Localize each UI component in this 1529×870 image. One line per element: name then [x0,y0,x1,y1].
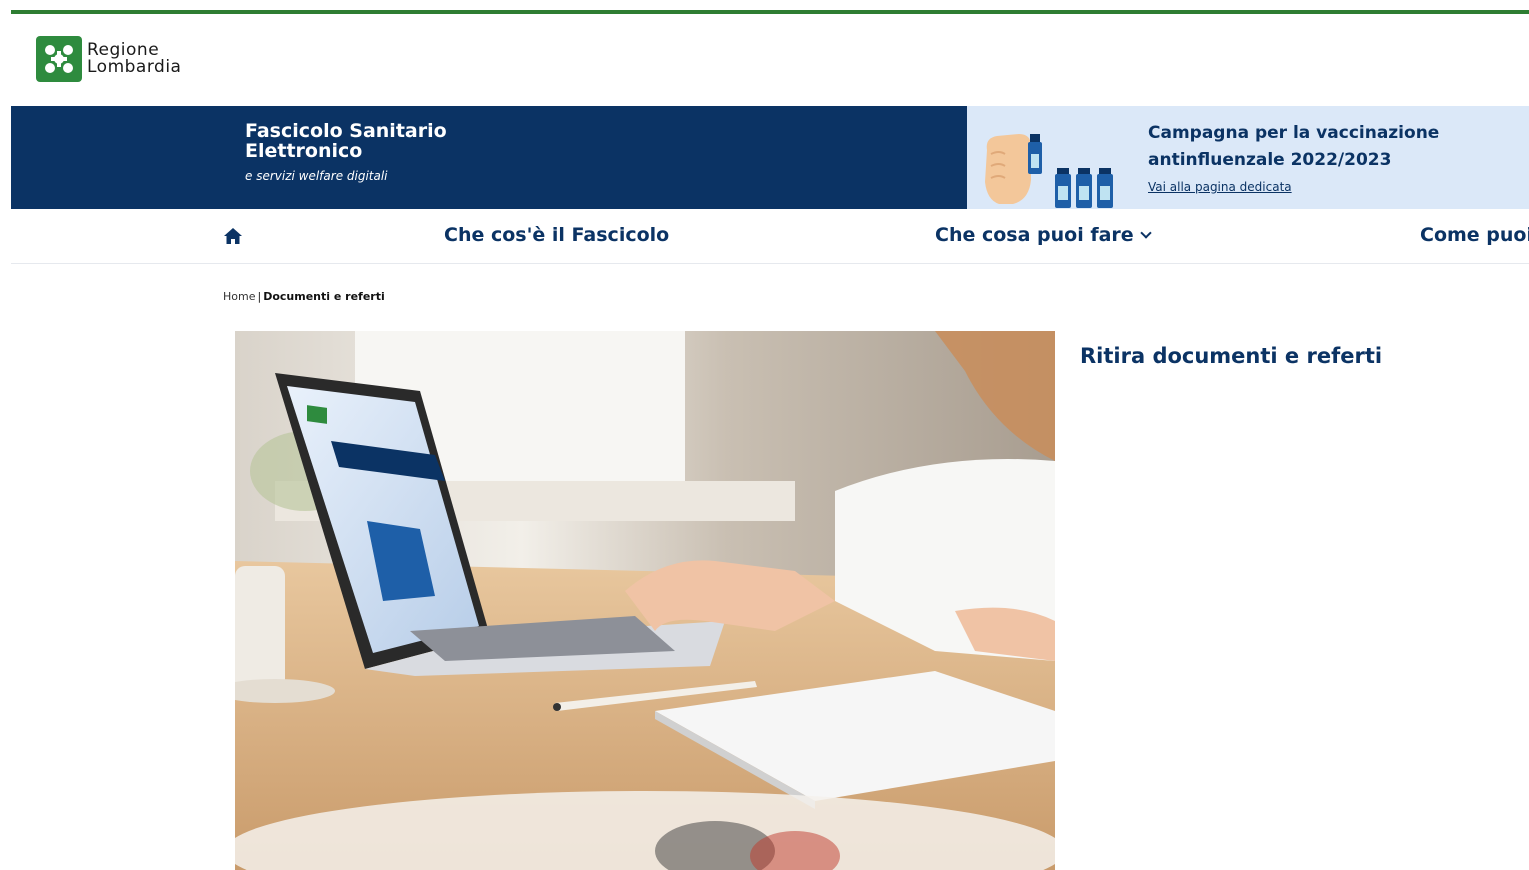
fse-title[interactable]: Fascicolo Sanitario Elettronico [245,121,545,161]
campaign-banner[interactable]: Campagna per la vaccinazione antinfluenz… [967,106,1529,209]
breadcrumb-home-link[interactable]: Home [223,290,255,303]
fse-subtitle: e servizi welfare digitali [245,169,388,183]
nav-item-label: Come puoi [1420,224,1529,246]
brand-name: Regione Lombardia [87,42,181,76]
brand-name-line2: Lombardia [87,57,182,77]
breadcrumb-current: Documenti e referti [263,290,385,303]
chevron-down-icon [1140,227,1152,239]
home-icon[interactable] [223,226,243,246]
nav-item-fascicolo[interactable]: Che cos'è il Fascicolo [444,224,669,246]
site-banner: Fascicolo Sanitario Elettronico e serviz… [11,106,1529,209]
campaign-link[interactable]: Vai alla pagina dedicata [1148,180,1292,194]
breadcrumb-separator: | [257,290,262,303]
nav-item-label: Che cosa puoi fare [935,224,1134,246]
fse-banner: Fascicolo Sanitario Elettronico e serviz… [11,106,967,209]
vaccine-illustration-icon [985,134,1113,208]
laptop-desk-photo [235,331,1055,870]
page-title: Ritira documenti e referti [1080,344,1383,369]
breadcrumb: Home | Documenti e referti [223,290,385,303]
regione-lombardia-logo-icon [36,36,82,82]
campaign-title[interactable]: Campagna per la vaccinazione antinfluenz… [1148,120,1518,174]
regione-lombardia-logo-link[interactable]: Regione Lombardia [36,36,181,82]
nav-item-come-puoi[interactable]: Come puoi [1420,224,1529,246]
main-nav: Che cos'è il Fascicolo Che cosa puoi far… [11,209,1529,264]
nav-item-cosa-puoi-fare[interactable]: Che cosa puoi fare [935,224,1152,246]
nav-item-label: Che cos'è il Fascicolo [444,224,670,246]
top-accent-rule [11,10,1529,14]
hero-image [235,331,1055,870]
